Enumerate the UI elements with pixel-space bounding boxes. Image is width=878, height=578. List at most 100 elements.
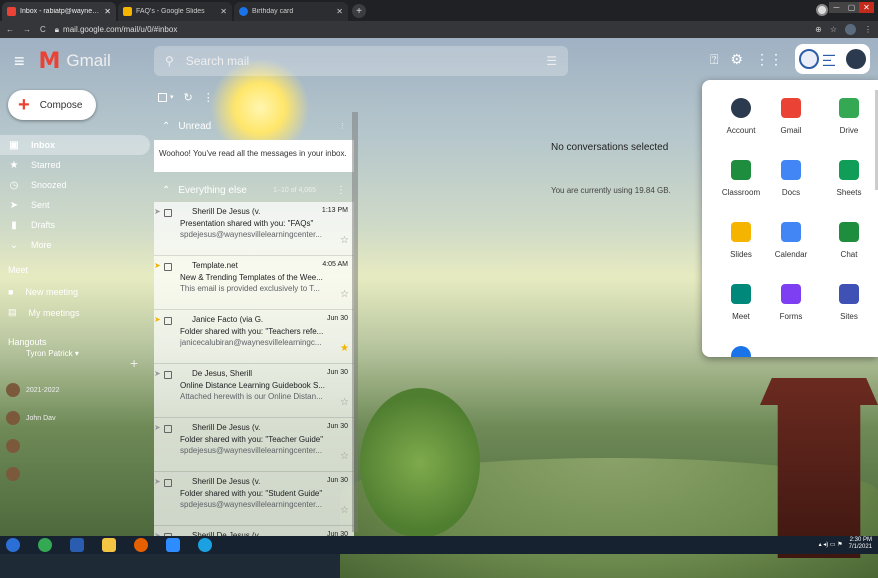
section-more-icon[interactable]: ⋮ bbox=[336, 185, 346, 196]
star-icon[interactable]: ☆ bbox=[340, 235, 349, 246]
chrome-menu-icon[interactable]: ⋮ bbox=[864, 25, 872, 34]
sidebar-item-inbox[interactable]: ▣ Inbox bbox=[0, 135, 150, 155]
maximize-icon[interactable]: ▢ bbox=[844, 2, 859, 13]
mail-checkbox[interactable] bbox=[164, 425, 172, 433]
back-icon[interactable]: ← bbox=[6, 25, 14, 34]
unread-empty-message: Woohoo! You've read all the messages in … bbox=[154, 140, 354, 172]
mail-row[interactable]: ➤Sherill De Jesus (v.Jun 30Document shar… bbox=[154, 526, 354, 536]
zoom-app-icon[interactable] bbox=[166, 538, 180, 552]
close-window-icon[interactable]: ✕ bbox=[859, 2, 874, 13]
settings-gear-icon[interactable]: ⚙ bbox=[730, 51, 743, 68]
hangout-contact[interactable]: 2021-2022 bbox=[6, 380, 146, 400]
app-launcher-item[interactable]: Docs bbox=[762, 160, 820, 197]
new-tab-button[interactable]: + bbox=[352, 4, 366, 18]
bookmark-star-icon[interactable]: ☆ bbox=[830, 25, 837, 34]
apps-grid-icon[interactable]: ⋮⋮ bbox=[755, 51, 783, 68]
close-tab-icon[interactable]: ✕ bbox=[336, 7, 343, 16]
internet-explorer-icon[interactable] bbox=[198, 538, 212, 552]
account-badge[interactable]: ▬▬▬ ▬▬ ▬▬▬ bbox=[795, 44, 870, 74]
mail-checkbox[interactable] bbox=[164, 209, 172, 217]
collapse-icon[interactable]: ⌃ bbox=[162, 121, 170, 132]
more-options-icon[interactable]: ⋮ bbox=[203, 91, 214, 104]
mail-row[interactable]: ➤ Sherill De Jesus (v. 1:13 PM Presentation… bbox=[154, 202, 354, 256]
hangouts-user[interactable]: Tyron Patrick ▾ bbox=[26, 349, 79, 358]
extension-icon[interactable] bbox=[845, 24, 856, 35]
search-icon[interactable]: ⚲ bbox=[165, 54, 174, 68]
collapse-icon[interactable]: ⌃ bbox=[162, 185, 170, 196]
importance-marker-icon[interactable]: ➤ bbox=[154, 477, 161, 486]
sidebar-item-drafts[interactable]: ▮ Drafts bbox=[0, 215, 150, 235]
star-icon[interactable]: ☆ bbox=[340, 289, 349, 300]
star-icon[interactable]: ★ bbox=[340, 343, 349, 354]
add-hangout-icon[interactable]: + bbox=[130, 355, 138, 371]
mail-checkbox[interactable] bbox=[164, 263, 172, 271]
chrome-profile-icon[interactable] bbox=[816, 4, 828, 16]
file-explorer-icon[interactable] bbox=[102, 538, 116, 552]
new-meeting-link[interactable]: ■ New meeting bbox=[8, 287, 78, 297]
mail-checkbox[interactable] bbox=[164, 371, 172, 379]
select-dropdown-icon[interactable]: ▾ bbox=[170, 93, 174, 101]
browser-tab[interactable]: Birthday card ✕ bbox=[234, 2, 348, 21]
url-field[interactable]: 🔒︎ mail.google.com/mail/u/0/#inbox bbox=[55, 25, 178, 35]
close-tab-icon[interactable]: ✕ bbox=[220, 7, 227, 16]
search-input[interactable]: Search mail bbox=[186, 54, 249, 68]
app-launcher-item[interactable]: Forms bbox=[762, 284, 820, 321]
importance-marker-icon[interactable]: ➤ bbox=[154, 423, 161, 432]
mail-checkbox[interactable] bbox=[164, 479, 172, 487]
search-bar[interactable]: ⚲ Search mail ☰ bbox=[154, 46, 568, 76]
start-icon[interactable] bbox=[6, 538, 20, 552]
gmail-logo[interactable]: M Gmail bbox=[39, 49, 111, 74]
sidebar-item-more[interactable]: ⌄ More bbox=[0, 235, 150, 255]
hangout-contact[interactable]: John Dav bbox=[6, 408, 146, 428]
sidebar-item-sent[interactable]: ➤ Sent bbox=[0, 195, 150, 215]
main-menu-icon[interactable]: ≡ bbox=[14, 51, 25, 72]
star-icon[interactable]: ☆ bbox=[340, 397, 349, 408]
app-launcher-item[interactable]: Sites bbox=[820, 284, 878, 321]
clock[interactable]: 2:30 PM 7/1/2021 bbox=[849, 537, 872, 551]
everything-else-section-header[interactable]: ⌃ Everything else 1–10 of 4,065 ⋮ bbox=[154, 178, 354, 202]
sidebar-item-snoozed[interactable]: ◷ Snoozed bbox=[0, 175, 150, 195]
refresh-icon[interactable]: ↻ bbox=[184, 91, 193, 104]
forward-icon[interactable]: → bbox=[23, 25, 31, 34]
importance-marker-icon[interactable]: ➤ bbox=[154, 207, 161, 216]
importance-marker-icon[interactable]: ➤ bbox=[154, 315, 161, 324]
minimize-icon[interactable]: ─ bbox=[829, 2, 844, 13]
search-options-icon[interactable]: ☰ bbox=[546, 54, 557, 68]
star-icon[interactable]: ☆ bbox=[340, 451, 349, 462]
mail-row[interactable]: ➤ De Jesus, Sherill Jun 30 Online Distance … bbox=[154, 364, 354, 418]
mail-list-scrollbar[interactable] bbox=[352, 112, 358, 532]
firefox-icon[interactable] bbox=[134, 538, 148, 552]
sidebar-item-starred[interactable]: ★ Starred bbox=[0, 155, 150, 175]
media-player-icon[interactable] bbox=[70, 538, 84, 552]
compose-button[interactable]: + Compose bbox=[8, 90, 96, 120]
app-launcher-item[interactable] bbox=[712, 346, 770, 357]
mail-checkbox[interactable] bbox=[164, 317, 172, 325]
mail-row[interactable]: ➤ Sherill De Jesus (v. Jun 30 Folder shared… bbox=[154, 472, 354, 526]
section-more-icon[interactable]: ⋮ bbox=[339, 122, 346, 130]
mail-row[interactable]: ➤ Template.net 4:05 AM New & Trending Templ… bbox=[154, 256, 354, 310]
mail-row[interactable]: ➤ Sherill De Jesus (v. Jun 30 Folder shared… bbox=[154, 418, 354, 472]
importance-marker-icon[interactable]: ➤ bbox=[154, 261, 161, 270]
chrome-icon[interactable] bbox=[38, 538, 52, 552]
app-launcher-item[interactable]: Calendar bbox=[762, 222, 820, 259]
zoom-icon[interactable]: ⊕ bbox=[815, 25, 822, 34]
browser-tab[interactable]: Inbox - rabiatp@waynesvillelearn ✕ bbox=[2, 2, 116, 21]
tray-icons[interactable]: ▴ ◂) ▭ ⚑ bbox=[819, 541, 843, 548]
mail-row[interactable]: ➤ Janice Facto (via G. Jun 30 Folder shared… bbox=[154, 310, 354, 364]
select-all-checkbox[interactable] bbox=[158, 92, 167, 102]
hangout-contact[interactable] bbox=[6, 464, 146, 484]
importance-marker-icon[interactable]: ➤ bbox=[154, 369, 161, 378]
hangout-contact[interactable] bbox=[6, 436, 146, 456]
app-launcher-item[interactable]: Sheets bbox=[820, 160, 878, 197]
star-icon[interactable]: ☆ bbox=[340, 505, 349, 516]
reload-icon[interactable]: C bbox=[40, 25, 46, 34]
browser-tab[interactable]: FAQ's - Google Slides ✕ bbox=[118, 2, 232, 21]
app-launcher-item[interactable]: Gmail bbox=[762, 98, 820, 135]
app-launcher-item[interactable]: Chat bbox=[820, 222, 878, 259]
account-avatar[interactable] bbox=[846, 49, 866, 69]
my-meetings-link[interactable]: ▤ My meetings bbox=[8, 307, 80, 318]
unread-section-header[interactable]: ⌃ Unread ⋮ bbox=[154, 114, 354, 138]
app-launcher-item[interactable]: Drive bbox=[820, 98, 878, 135]
close-tab-icon[interactable]: ✕ bbox=[104, 7, 111, 16]
help-icon[interactable]: ⍰ bbox=[710, 51, 718, 68]
